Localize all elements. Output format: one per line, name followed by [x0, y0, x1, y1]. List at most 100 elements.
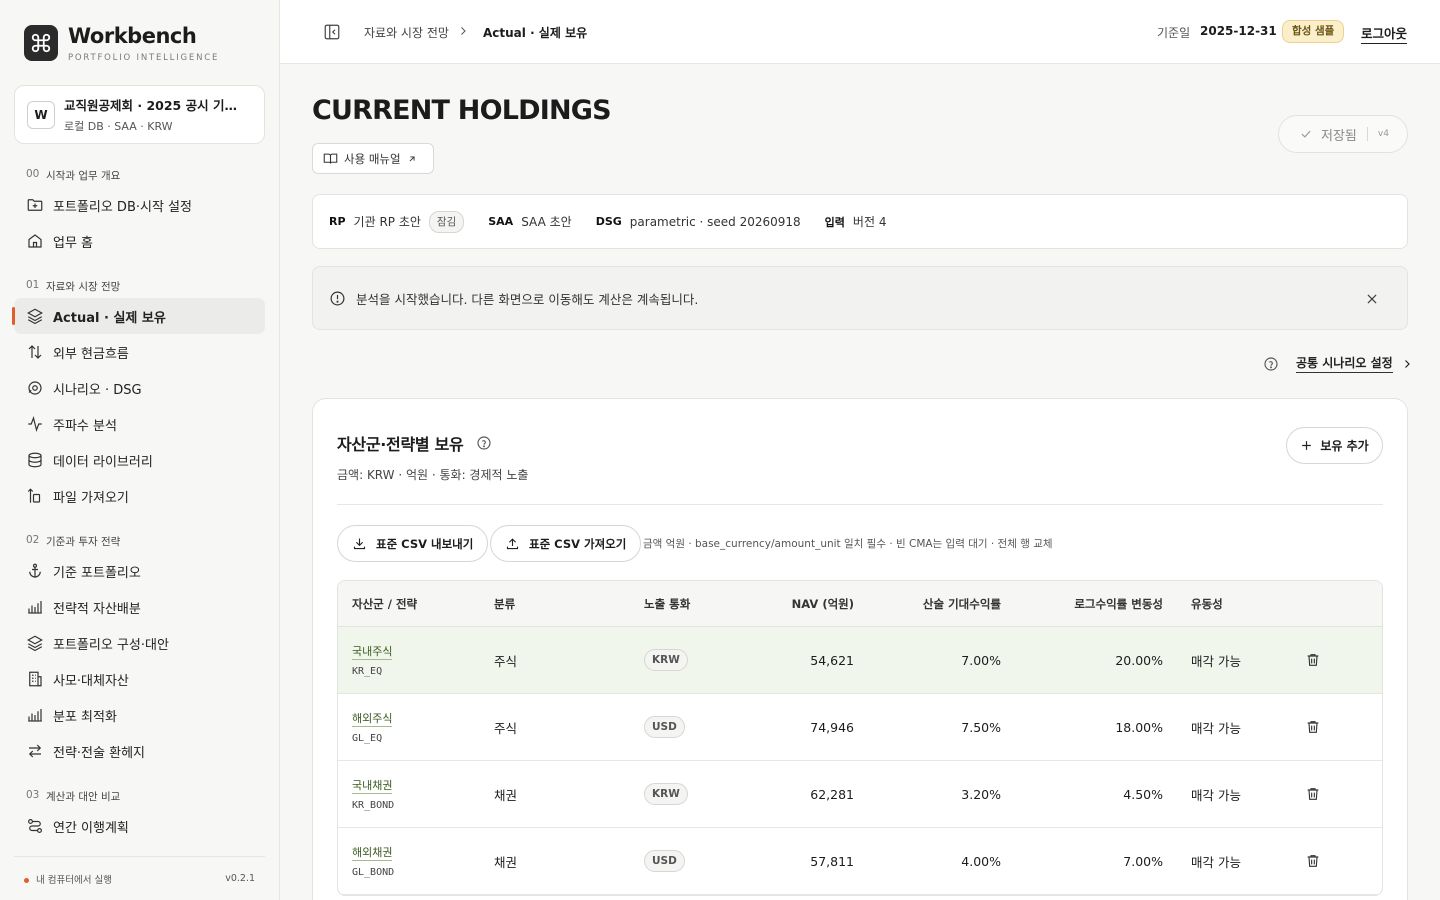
sidebar-item-home[interactable]: 업무 홈 — [14, 223, 265, 259]
col-class[interactable]: 분류 — [494, 596, 644, 612]
run-status: 내 컴퓨터에서 실행 — [24, 872, 112, 886]
holdings-card: 자산군·전략별 보유 금액: KRW · 억원 · 통화: 경제적 노출 보유 … — [312, 398, 1408, 900]
asset-code: GL_BOND — [352, 867, 395, 878]
dsg-info: DSG parametric · seed 20260918 — [595, 214, 801, 229]
export-csv-button[interactable]: 표준 CSV 내보내기 — [337, 525, 489, 562]
status-dot — [24, 877, 29, 883]
sidebar-item-saa[interactable]: 전략적 자산배분 — [14, 589, 265, 625]
sidebar-item-portfolio-construction[interactable]: 포트폴리오 구성·대안 — [14, 625, 265, 661]
trash-icon[interactable] — [1305, 652, 1321, 668]
lock-badge: 잠김 — [428, 210, 465, 233]
asset-name-link[interactable]: 국내채권 — [352, 779, 393, 794]
table-row[interactable]: 해외채권 GL_BOND 채권 USD 57,811 4.00% 7.00% 매… — [338, 828, 1382, 895]
nav-value: 74,946 — [810, 719, 854, 735]
currency-badge: KRW — [644, 649, 688, 671]
plus-icon — [1302, 441, 1312, 450]
command-icon — [24, 25, 58, 61]
main-content: CURRENT HOLDINGS 사용 매뉴얼 저장됨 v4 RP 기관 RP 초… — [280, 64, 1440, 900]
nav-value: 57,811 — [810, 853, 854, 869]
table-row[interactable]: 해외주식 GL_EQ 주식 USD 74,946 7.50% 18.00% 매각… — [338, 694, 1382, 761]
download-icon — [353, 538, 366, 550]
table-header: 자산군 / 전략 분류 노출 통화 NAV (억원) 산술 기대수익률 로그수익… — [338, 581, 1382, 627]
asset-code: GL_EQ — [352, 733, 383, 744]
workspace-meta: 로컬 DB · SAA · KRW — [64, 120, 173, 133]
sidebar-toggle-icon[interactable] — [323, 23, 341, 41]
asset-name-link[interactable]: 해외주식 — [352, 712, 393, 727]
book-icon — [323, 153, 338, 164]
topbar: 자료와 시장 전망 Actual · 실제 보유 기준일 2025-12-31 … — [280, 0, 1440, 64]
col-asset[interactable]: 자산군 / 전략 — [338, 596, 494, 612]
sample-badge: 합성 샘플 — [1282, 20, 1345, 43]
sidebar-item-cashflow[interactable]: 외부 현금흐름 — [14, 334, 265, 370]
context-bar: RP 기관 RP 초안 잠김 SAA SAA 초안 DSG parametric · … — [312, 194, 1408, 249]
manual-button[interactable]: 사용 매뉴얼 — [312, 143, 434, 174]
liquidity: 매각 가능 — [1191, 653, 1241, 669]
asset-name-link[interactable]: 해외채권 — [352, 846, 393, 861]
brand-title: Workbench — [68, 24, 197, 48]
holdings-subtitle: 금액: KRW · 억원 · 통화: 경제적 노출 — [337, 468, 529, 482]
analysis-notice: 분석을 시작했습니다. 다른 화면으로 이동해도 계산은 계속됩니다. — [312, 266, 1408, 330]
col-expected-return[interactable]: 산술 기대수익률 — [854, 596, 1001, 612]
table-row[interactable]: 국내주식 KR_EQ 주식 KRW 54,621 7.00% 20.00% 매각… — [338, 627, 1382, 694]
asset-name-link[interactable]: 국내주식 — [352, 645, 393, 660]
table-row[interactable]: 국내채권 KR_BOND 채권 KRW 62,281 3.20% 4.50% 매… — [338, 761, 1382, 828]
import-csv-button[interactable]: 표준 CSV 가져오기 — [490, 525, 642, 562]
rp-info: RP 기관 RP 초안 잠김 — [329, 210, 465, 233]
file-import-icon — [27, 488, 41, 503]
col-volatility[interactable]: 로그수익률 변동성 — [1001, 596, 1163, 612]
sidebar-item-data-library[interactable]: 데이터 라이브러리 — [14, 442, 265, 478]
asset-code: KR_BOND — [352, 800, 395, 811]
layers-icon — [27, 635, 43, 652]
brand[interactable]: Workbench PORTFOLIO INTELLIGENCE — [24, 25, 219, 63]
trash-icon[interactable] — [1305, 719, 1321, 735]
sidebar-item-fx-hedge[interactable]: 전략·전술 환헤지 — [14, 733, 265, 769]
breadcrumb-parent[interactable]: 자료와 시장 전망 — [364, 24, 449, 41]
sidebar-item-portfolio-db[interactable]: 포트폴리오 DB·시작 설정 — [14, 187, 265, 223]
asset-code: KR_EQ — [352, 666, 383, 677]
logout-link[interactable]: 로그아웃 — [1361, 23, 1408, 44]
help-circle-icon[interactable] — [476, 435, 492, 451]
expected-return: 3.20% — [961, 786, 1001, 802]
sidebar-item-scenario[interactable]: 시나리오 · DSG — [14, 370, 265, 406]
csv-note: 금액 억원 · base_currency/amount_unit 일치 필수 … — [643, 538, 1053, 550]
workspace-avatar: W — [27, 100, 55, 129]
nav-section-01: 01 자료와 시장 전망 — [26, 279, 121, 293]
liquidity: 매각 가능 — [1191, 720, 1241, 736]
common-scenario-link[interactable]: 공통 시나리오 설정 — [1263, 354, 1413, 373]
trash-icon[interactable] — [1305, 786, 1321, 802]
sidebar-item-distribution-optimization[interactable]: 분포 최적화 — [14, 697, 265, 733]
divider — [337, 504, 1383, 505]
sidebar-item-actual-holdings[interactable]: Actual · 실제 보유 — [12, 298, 265, 334]
sidebar: Workbench PORTFOLIO INTELLIGENCE W 교직원공제… — [0, 0, 280, 900]
col-liquidity[interactable]: 유동성 — [1163, 596, 1283, 612]
add-holding-button[interactable]: 보유 추가 — [1286, 427, 1383, 464]
close-icon[interactable] — [1365, 292, 1379, 306]
sidebar-item-frequency[interactable]: 주파수 분석 — [14, 406, 265, 442]
upload-icon — [506, 538, 519, 550]
saa-info: SAA SAA 초안 — [488, 215, 572, 229]
arrows-updown-icon — [28, 345, 42, 359]
sidebar-item-reference-portfolio[interactable]: 기준 포트폴리오 — [14, 553, 265, 589]
workspace-switcher[interactable]: W 교직원공제회 · 2025 공시 기반 ... 로컬 DB · SAA · … — [14, 85, 265, 144]
sidebar-item-file-import[interactable]: 파일 가져오기 — [14, 478, 265, 514]
asset-class: 채권 — [494, 787, 518, 803]
col-nav[interactable]: NAV (억원) — [754, 596, 854, 612]
basis-date-value: 2025-12-31 — [1200, 24, 1277, 38]
workspace-name: 교직원공제회 · 2025 공시 기반 ... — [64, 98, 244, 113]
page-title: CURRENT HOLDINGS — [312, 95, 612, 126]
saved-version: v4 — [1366, 127, 1389, 141]
col-currency[interactable]: 노출 통화 — [644, 596, 754, 612]
sidebar-item-private-alternatives[interactable]: 사모·대체자산 — [14, 661, 265, 697]
expected-return: 7.00% — [961, 652, 1001, 668]
trash-icon[interactable] — [1305, 853, 1321, 869]
nav-value: 62,281 — [810, 786, 854, 802]
sidebar-item-annual-plan[interactable]: 연간 이행계획 — [14, 808, 265, 844]
nav-value: 54,621 — [810, 652, 854, 668]
route-icon — [28, 819, 42, 833]
info-icon — [330, 291, 345, 305]
expected-return: 4.00% — [961, 853, 1001, 869]
basis-date-label: 기준일 — [1157, 26, 1191, 40]
app-version: v0.2.1 — [225, 873, 255, 884]
help-circle-icon[interactable] — [1263, 356, 1279, 372]
saved-status: 저장됨 v4 — [1278, 115, 1408, 153]
